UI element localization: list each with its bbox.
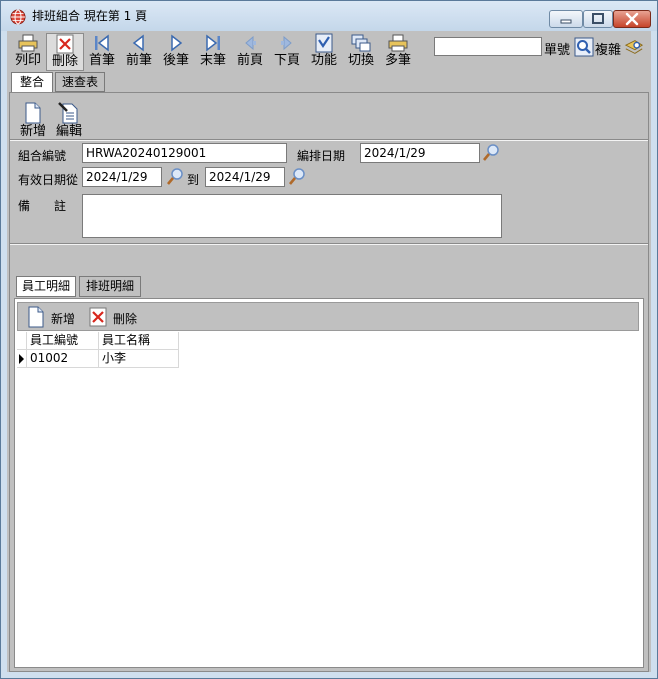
previous-record-icon xyxy=(132,34,144,52)
close-button[interactable] xyxy=(613,10,651,28)
schedule-date-field[interactable]: 2024/1/29 xyxy=(360,143,480,163)
previous-page-icon xyxy=(245,35,256,51)
form-separator-bottom xyxy=(10,243,648,245)
grid-new-document-icon xyxy=(28,306,44,328)
valid-from-label: 有效日期從 xyxy=(18,173,79,187)
multi-record-label: 多筆 xyxy=(384,53,411,68)
client-area: 列印 刪除 首筆 前筆 後筆 末筆 前頁 下頁 功能 切換 多筆 單號 複雜 整… xyxy=(7,31,651,672)
search-icon[interactable] xyxy=(574,37,594,57)
to-label: 到 xyxy=(187,173,200,187)
tab-schedule-detail[interactable]: 排班明細 xyxy=(79,276,141,297)
grid-header-row: 員工編號 員工名稱 xyxy=(17,332,187,350)
column-header-emp-no[interactable]: 員工編號 xyxy=(27,332,99,350)
valid-from-magnifier-icon[interactable] xyxy=(165,167,185,187)
remark-field[interactable] xyxy=(82,194,502,238)
tab-integrated[interactable]: 整合 xyxy=(11,72,53,93)
valid-to-magnifier-icon[interactable] xyxy=(287,167,307,187)
switch-windows-icon xyxy=(351,34,371,52)
edit-record-label: 編輯 xyxy=(55,124,82,139)
app-window: 排班組合 現在第 1 頁 列印 刪除 首筆 前筆 後筆 末筆 前頁 下頁 功能 … xyxy=(0,0,658,679)
next-record-icon xyxy=(171,34,183,52)
last-record-icon xyxy=(206,34,220,52)
schedule-date-magnifier-icon[interactable] xyxy=(481,143,501,163)
cell-emp-no[interactable]: 01002 xyxy=(27,350,99,368)
single-no-label: 單號 xyxy=(544,43,571,58)
edit-record-button[interactable]: 編輯 xyxy=(52,102,86,140)
grid-delete-button[interactable]: 刪除 xyxy=(88,306,144,328)
header-indicator-cell xyxy=(17,332,27,350)
table-row[interactable]: 01002 小李 xyxy=(17,350,187,368)
combo-no-field[interactable]: HRWA20240129001 xyxy=(82,143,287,163)
employee-detail-panel: 新增 刪除 員工編號 員工名稱 01002 小李 xyxy=(14,298,644,668)
first-record-icon xyxy=(95,34,109,52)
grid-delete-label: 刪除 xyxy=(113,312,138,326)
remark-label: 備 註 xyxy=(18,199,67,213)
document-no-input[interactable] xyxy=(434,37,542,56)
valid-to-field[interactable]: 2024/1/29 xyxy=(205,167,285,187)
grid-add-label: 新增 xyxy=(51,312,76,326)
tab-employee-detail[interactable]: 員工明細 xyxy=(16,276,76,297)
minimize-icon xyxy=(560,19,572,24)
multi-printer-icon xyxy=(388,34,408,52)
valid-from-field[interactable]: 2024/1/29 xyxy=(82,167,162,187)
complex-label: 複雜 xyxy=(595,43,622,58)
column-header-emp-name[interactable]: 員工名稱 xyxy=(99,332,179,350)
edit-document-icon xyxy=(58,102,78,124)
integrated-panel: 新增 編輯 組合編號 HRWA20240129001 編排日期 2024/1/2… xyxy=(9,92,649,672)
tab-quick-lookup[interactable]: 速查表 xyxy=(55,72,105,92)
cell-emp-name[interactable]: 小李 xyxy=(99,350,179,368)
form-separator-top xyxy=(10,139,648,141)
grid-toolbar: 新增 刪除 xyxy=(17,302,639,331)
next-page-icon xyxy=(281,35,292,51)
minimize-button[interactable] xyxy=(549,10,583,28)
current-row-indicator xyxy=(17,350,27,368)
add-record-button[interactable]: 新增 xyxy=(16,102,50,140)
complex-search-icon[interactable] xyxy=(624,37,644,57)
title-bar[interactable]: 排班組合 現在第 1 頁 xyxy=(1,1,657,31)
multi-record-button[interactable]: 多筆 xyxy=(379,33,417,71)
printer-icon xyxy=(18,34,38,52)
window-title: 排班組合 現在第 1 頁 xyxy=(32,9,148,23)
grid-delete-icon xyxy=(89,307,107,327)
close-icon xyxy=(625,12,639,26)
maximize-button[interactable] xyxy=(583,10,613,28)
row-pointer-icon xyxy=(19,354,24,364)
schedule-date-label: 編排日期 xyxy=(297,149,346,163)
delete-icon xyxy=(56,34,74,54)
new-document-icon xyxy=(25,102,41,124)
function-icon xyxy=(315,33,333,53)
app-globe-icon xyxy=(10,9,26,25)
grid-add-button[interactable]: 新增 xyxy=(26,306,76,328)
combo-no-label: 組合編號 xyxy=(18,149,67,163)
maximize-icon xyxy=(592,13,604,24)
